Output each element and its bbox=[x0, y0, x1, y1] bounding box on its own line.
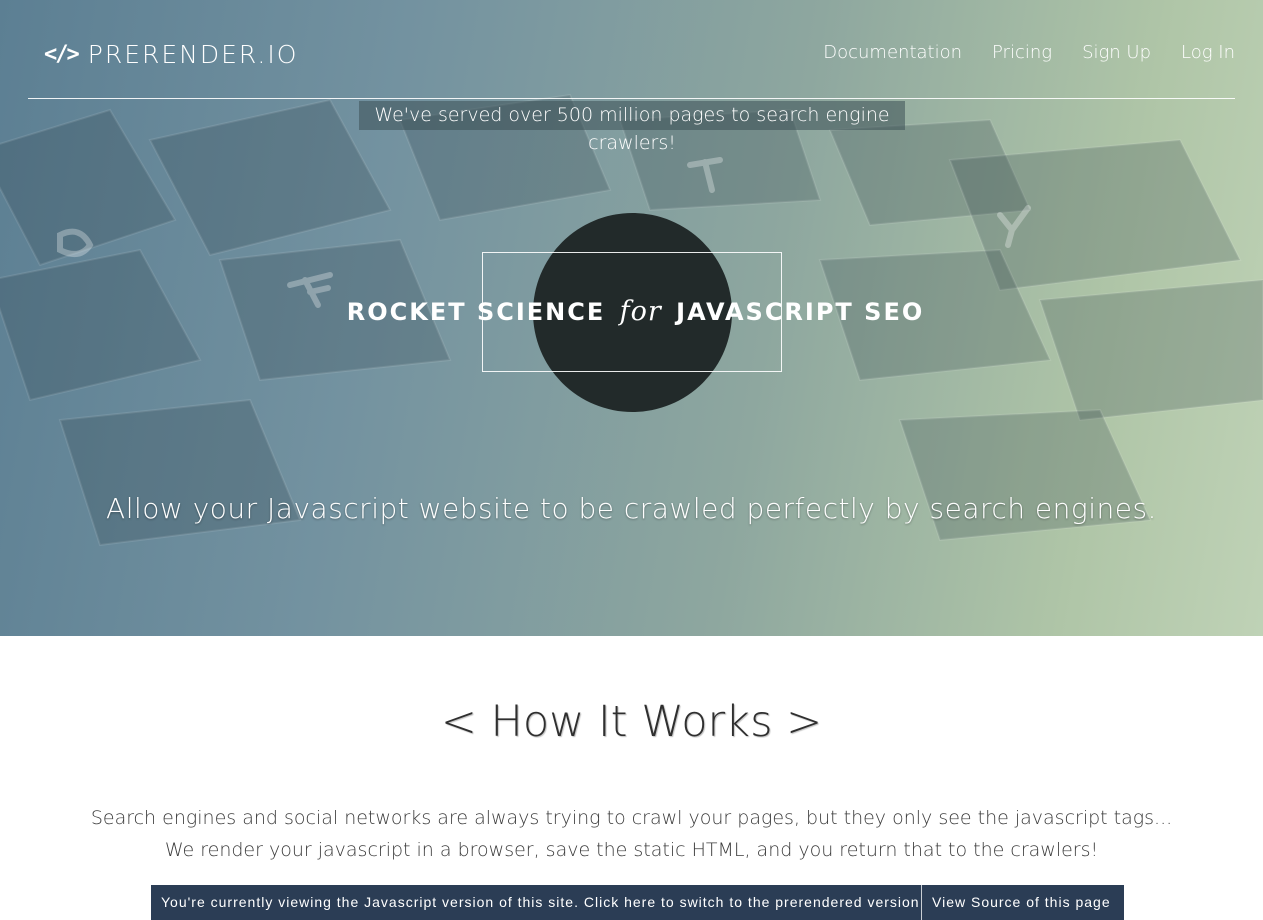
header-divider bbox=[28, 98, 1235, 99]
tagline-for: for bbox=[619, 296, 662, 327]
how-it-works-title: < How It Works > bbox=[440, 697, 823, 747]
brand-name: PRERENDER.IO bbox=[87, 39, 299, 69]
brand-logo[interactable]: </> PRERENDER.IO bbox=[44, 38, 298, 70]
tagline-left: ROCKET SCIENCE bbox=[346, 298, 606, 326]
nav-pricing-link[interactable]: Pricing bbox=[992, 42, 1052, 63]
nav-login-link[interactable]: Log In bbox=[1181, 42, 1235, 63]
how-it-works-description: Search engines and social networks are a… bbox=[0, 802, 1263, 866]
top-nav: Documentation Pricing Sign Up Log In bbox=[823, 42, 1235, 63]
description-line-1: Search engines and social networks are a… bbox=[90, 807, 1173, 829]
nav-signup-link[interactable]: Sign Up bbox=[1082, 42, 1151, 63]
nav-documentation-link[interactable]: Documentation bbox=[823, 42, 962, 63]
version-switch-bar: You're currently viewing the Javascript … bbox=[151, 885, 1124, 920]
code-brackets-icon: </> bbox=[44, 41, 80, 67]
switch-to-prerendered-button[interactable]: You're currently viewing the Javascript … bbox=[151, 885, 922, 920]
hero-section: </> PRERENDER.IO Documentation Pricing S… bbox=[0, 0, 1263, 636]
description-line-2: We render your javascript in a browser, … bbox=[164, 839, 1099, 861]
hero-tagline: ROCKET SCIENCE for JAVASCRIPT SEO bbox=[0, 296, 1263, 327]
tagline-right: JAVASCRIPT SEO bbox=[676, 298, 925, 326]
view-source-button[interactable]: View Source of this page bbox=[922, 885, 1124, 920]
hero-subheading: Allow your Javascript website to be craw… bbox=[106, 492, 1157, 525]
pages-served-banner: We've served over 500 million pages to s… bbox=[359, 101, 905, 154]
